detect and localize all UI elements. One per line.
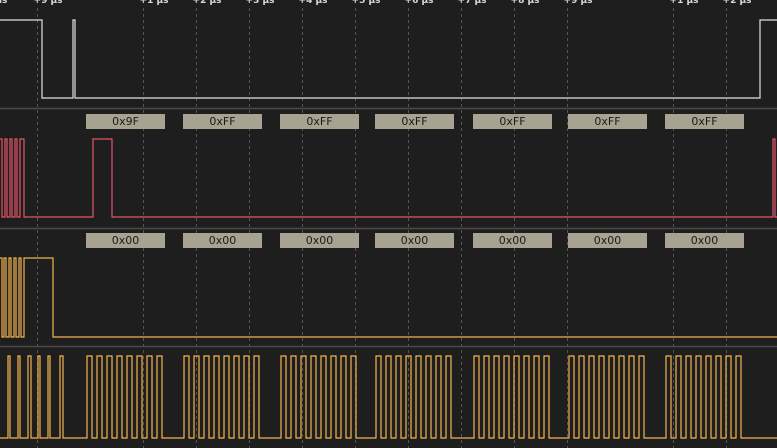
ruler-tick-label: +9 µs: [33, 0, 63, 6]
chip-select-trace: [0, 19, 777, 99]
mosi-decode-label[interactable]: 0xFF: [568, 114, 647, 129]
mosi-decode-label[interactable]: 0x9F: [86, 114, 165, 129]
ruler-tick-label: +9 µs: [563, 0, 593, 6]
miso-decode-label[interactable]: 0x00: [375, 233, 454, 248]
ruler-tick-label: +2 µs: [192, 0, 222, 6]
mosi-decode-label[interactable]: 0xFF: [280, 114, 359, 129]
mosi-decode-label[interactable]: 0xFF: [375, 114, 454, 129]
time-ruler: ms +9 µs +1 µs +2 µs +3 µs +4 µs +5 µs +6 µs +7 …: [0, 0, 777, 8]
miso-decode-label[interactable]: 0x00: [473, 233, 552, 248]
ruler-tick-label: +3 µs: [245, 0, 275, 6]
ruler-tick-label: +1 µs: [139, 0, 169, 6]
ruler-tick-label: +1 µs: [669, 0, 699, 6]
miso-decode-label[interactable]: 0x00: [183, 233, 262, 248]
ruler-tick-label: +6 µs: [404, 0, 434, 6]
ruler-tick-label: ms: [0, 0, 8, 6]
ruler-tick-label: +2 µs: [722, 0, 752, 6]
clock-trace: [0, 355, 777, 439]
logic-analyzer-viewer[interactable]: ms +9 µs +1 µs +2 µs +3 µs +4 µs +5 µs +6 µs +7 …: [0, 0, 777, 448]
miso-trace: [0, 257, 777, 338]
mosi-decode-label[interactable]: 0xFF: [473, 114, 552, 129]
miso-decode-label[interactable]: 0x00: [665, 233, 744, 248]
miso-decode-label[interactable]: 0x00: [280, 233, 359, 248]
ruler-tick-label: +7 µs: [457, 0, 487, 6]
ruler-tick-label: +4 µs: [298, 0, 328, 6]
mosi-trace: [0, 138, 777, 218]
waveform-canvas[interactable]: [0, 0, 777, 448]
ruler-tick-label: +5 µs: [351, 0, 381, 6]
ruler-tick-label: +8 µs: [510, 0, 540, 6]
mosi-decode-label[interactable]: 0xFF: [183, 114, 262, 129]
mosi-decode-label[interactable]: 0xFF: [665, 114, 744, 129]
miso-decode-label[interactable]: 0x00: [86, 233, 165, 248]
miso-decode-label[interactable]: 0x00: [568, 233, 647, 248]
